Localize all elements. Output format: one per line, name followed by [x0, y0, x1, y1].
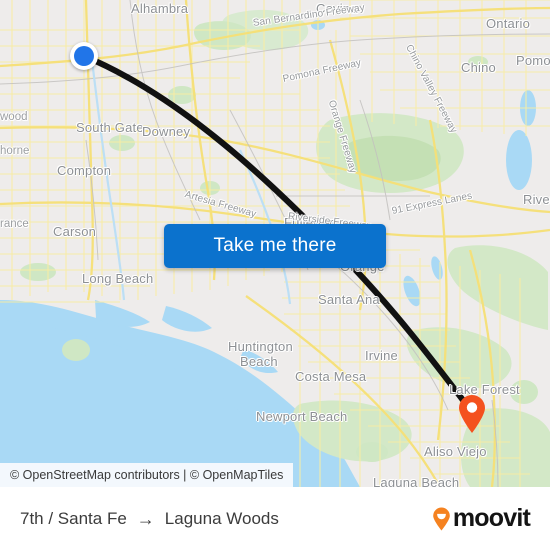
- footer-bar: 7th / Santa Fe → Laguna Woods moovit: [0, 487, 550, 550]
- origin-dot-core: [74, 46, 94, 66]
- destination-pin[interactable]: [457, 394, 487, 434]
- moovit-route-share-card: AlhambraCovinaOntarioChinoPomonaSan Bern…: [0, 0, 550, 550]
- route-destination-label: Laguna Woods: [164, 508, 279, 528]
- moovit-pin-icon: [432, 507, 451, 531]
- map-attribution-text: © OpenStreetMap contributors | © OpenMap…: [10, 468, 284, 482]
- take-me-there-button[interactable]: Take me there: [164, 224, 386, 268]
- take-me-there-label: Take me there: [213, 235, 337, 256]
- arrow-right-icon: →: [136, 508, 155, 529]
- route-origin-label: 7th / Santa Fe: [20, 508, 127, 528]
- map-pin-icon: [459, 395, 485, 433]
- moovit-logo[interactable]: moovit: [432, 504, 531, 532]
- route-summary: 7th / Santa Fe → Laguna Woods: [20, 509, 279, 529]
- map-canvas[interactable]: AlhambraCovinaOntarioChinoPomonaSan Bern…: [0, 0, 550, 487]
- map-attribution: © OpenStreetMap contributors | © OpenMap…: [0, 463, 294, 487]
- origin-dot[interactable]: [70, 42, 98, 70]
- moovit-wordmark: moovit: [452, 504, 531, 532]
